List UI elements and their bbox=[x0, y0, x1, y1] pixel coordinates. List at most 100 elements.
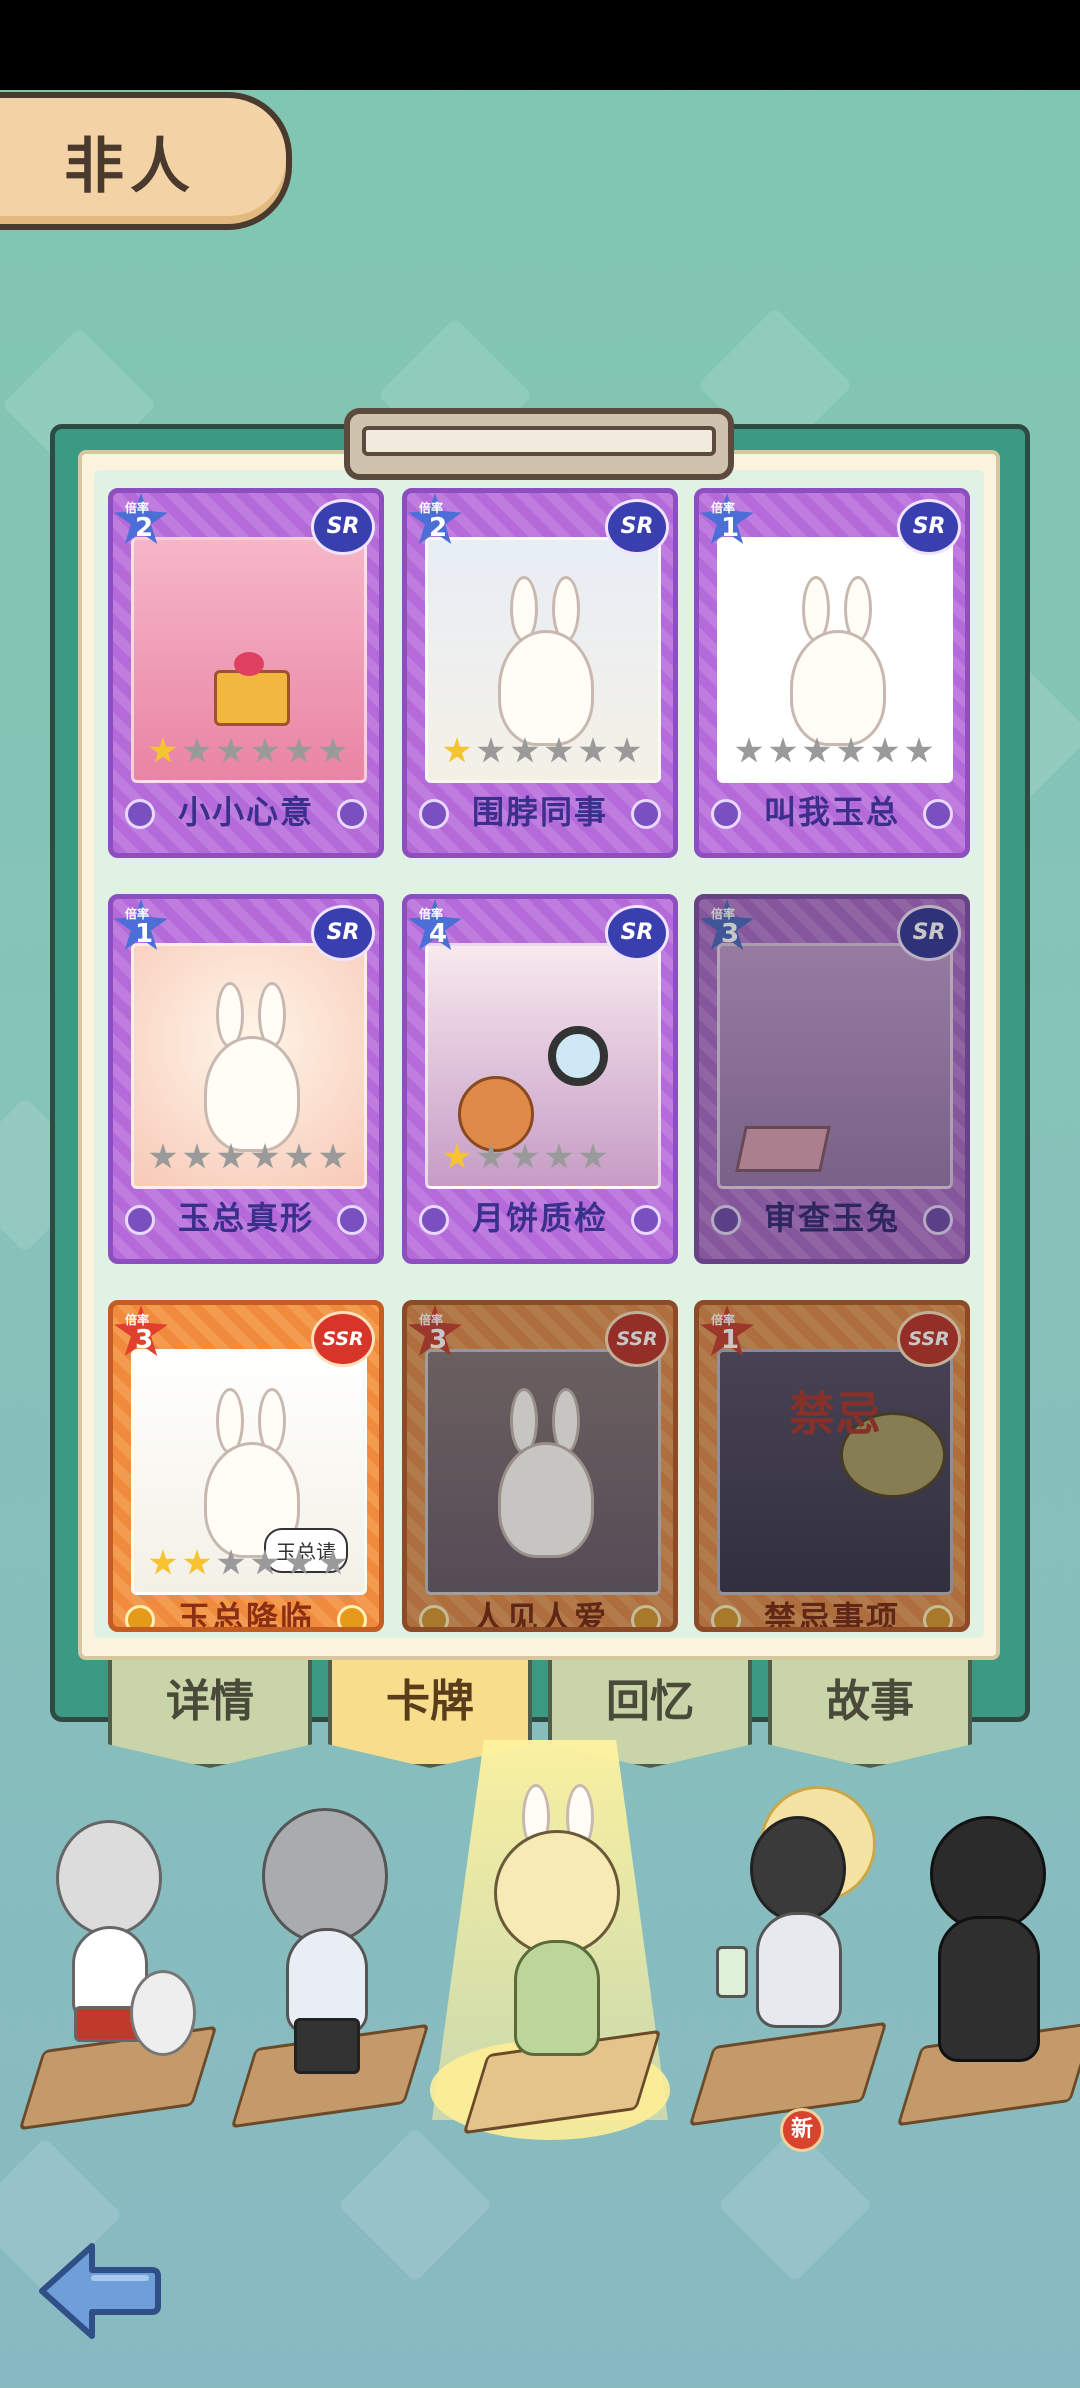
category-title: 非人 bbox=[64, 132, 196, 202]
card-corner-icon bbox=[125, 799, 155, 829]
character-fox-tail[interactable] bbox=[18, 1820, 218, 2131]
star-icon bbox=[319, 1549, 347, 1575]
card-corner-icon bbox=[631, 1205, 661, 1235]
card-review-rabbit[interactable]: 倍率 3 SR 审查玉兔 bbox=[694, 894, 970, 1264]
rank-value: 1 bbox=[721, 513, 740, 543]
card-corner-icon bbox=[419, 1605, 449, 1627]
bunny-figure bbox=[498, 630, 594, 746]
bg-tile bbox=[337, 2127, 493, 2283]
star-icon bbox=[285, 1549, 313, 1575]
star-icon bbox=[837, 737, 865, 763]
character-body bbox=[756, 1912, 842, 2028]
character-head bbox=[56, 1820, 162, 1936]
character-legs bbox=[294, 2018, 360, 2074]
star-icon bbox=[217, 1549, 245, 1575]
card-true-form[interactable]: 倍率 1 SR 玉总真形 bbox=[108, 894, 384, 1264]
rarity-badge: SR bbox=[897, 499, 961, 555]
star-rating bbox=[149, 737, 347, 765]
card-boss-arrives[interactable]: 玉总请 倍率 3 SSR 玉总降临 bbox=[108, 1300, 384, 1632]
star-icon bbox=[803, 737, 831, 763]
rarity-badge: SR bbox=[897, 905, 961, 961]
card-art: 禁忌 bbox=[717, 1349, 953, 1595]
rarity-badge: SR bbox=[311, 499, 375, 555]
star-icon bbox=[217, 737, 245, 763]
status-bar bbox=[0, 0, 1080, 90]
star-icon bbox=[443, 737, 471, 763]
star-icon bbox=[149, 1143, 177, 1169]
mooncake-icon bbox=[458, 1076, 534, 1152]
character-dress bbox=[514, 1940, 600, 2056]
card-corner-icon bbox=[631, 799, 661, 829]
rarity-badge: SSR bbox=[605, 1311, 669, 1367]
card-corner-icon bbox=[711, 1205, 741, 1235]
star-icon bbox=[769, 737, 797, 763]
rank-value: 1 bbox=[721, 1325, 740, 1355]
card-corner-icon bbox=[711, 1605, 741, 1627]
character-head bbox=[750, 1816, 846, 1922]
rank-value: 3 bbox=[135, 1325, 154, 1355]
star-icon bbox=[613, 737, 641, 763]
card-corner-icon bbox=[711, 799, 741, 829]
card-call-me-boss[interactable]: 倍率 1 SR 叫我玉总 bbox=[694, 488, 970, 858]
star-rating bbox=[735, 737, 933, 765]
star-icon bbox=[579, 1143, 607, 1169]
card-corner-icon bbox=[923, 799, 953, 829]
star-icon bbox=[285, 1143, 313, 1169]
star-icon bbox=[217, 1143, 245, 1169]
character-deer-antlers[interactable] bbox=[230, 1788, 430, 2129]
magnifier-icon bbox=[548, 1026, 608, 1086]
card-everyone-loves[interactable]: 倍率 3 SSR 人见人爱 bbox=[402, 1300, 678, 1632]
new-badge: 新 bbox=[780, 2108, 824, 2152]
star-icon bbox=[511, 1143, 539, 1169]
star-icon bbox=[251, 737, 279, 763]
star-icon bbox=[319, 737, 347, 763]
laptop-icon bbox=[735, 1126, 831, 1172]
star-rating bbox=[149, 1143, 347, 1171]
back-arrow-icon[interactable] bbox=[34, 2236, 162, 2346]
star-icon bbox=[149, 1549, 177, 1575]
star-icon bbox=[905, 737, 933, 763]
rarity-badge: SR bbox=[605, 499, 669, 555]
star-icon bbox=[319, 1143, 347, 1169]
rank-value: 1 bbox=[135, 919, 154, 949]
star-icon bbox=[545, 737, 573, 763]
star-icon bbox=[251, 1143, 279, 1169]
rank-value: 3 bbox=[721, 919, 740, 949]
character-head bbox=[262, 1808, 388, 1944]
star-icon bbox=[871, 737, 899, 763]
star-icon bbox=[183, 737, 211, 763]
rank-value: 2 bbox=[135, 513, 154, 543]
bunny-figure bbox=[790, 630, 886, 746]
star-rating bbox=[443, 737, 641, 765]
gift-icon bbox=[214, 670, 290, 726]
star-icon bbox=[285, 737, 313, 763]
card-corner-icon bbox=[337, 1605, 367, 1627]
card-taboo[interactable]: 禁忌 倍率 1 SSR 禁忌事项 bbox=[694, 1300, 970, 1632]
star-icon bbox=[149, 737, 177, 763]
card-corner-icon bbox=[419, 799, 449, 829]
card-corner-icon bbox=[631, 1605, 661, 1627]
character-halo-man[interactable] bbox=[688, 1786, 890, 2127]
star-rating bbox=[443, 1143, 607, 1171]
card-scarf-colleague[interactable]: 倍率 2 SR 围脖同事 bbox=[402, 488, 678, 858]
character-shadow-suit[interactable] bbox=[896, 1816, 1080, 2127]
rarity-badge: SSR bbox=[311, 1311, 375, 1367]
clipboard-clip-inner bbox=[362, 426, 716, 456]
drink-cup-icon bbox=[716, 1946, 748, 1998]
character-bunny-girl[interactable] bbox=[462, 1784, 662, 2135]
bunny-figure bbox=[498, 1442, 594, 1558]
star-icon bbox=[735, 737, 763, 763]
rarity-badge: SSR bbox=[897, 1311, 961, 1367]
rarity-badge: SR bbox=[311, 905, 375, 961]
card-corner-icon bbox=[419, 1205, 449, 1235]
star-icon bbox=[443, 1143, 471, 1169]
tab-details[interactable]: 详情 bbox=[108, 1660, 312, 1768]
character-tail bbox=[130, 1970, 196, 2056]
card-mooncake-check[interactable]: 倍率 4 SR 月饼质检 bbox=[402, 894, 678, 1264]
star-icon bbox=[183, 1143, 211, 1169]
tab-story[interactable]: 故事 bbox=[768, 1660, 972, 1768]
card-small-gift[interactable]: 倍率 2 SR 小小心意 bbox=[108, 488, 384, 858]
card-art bbox=[425, 1349, 661, 1595]
rank-value: 2 bbox=[429, 513, 448, 543]
card-corner-icon bbox=[923, 1605, 953, 1627]
